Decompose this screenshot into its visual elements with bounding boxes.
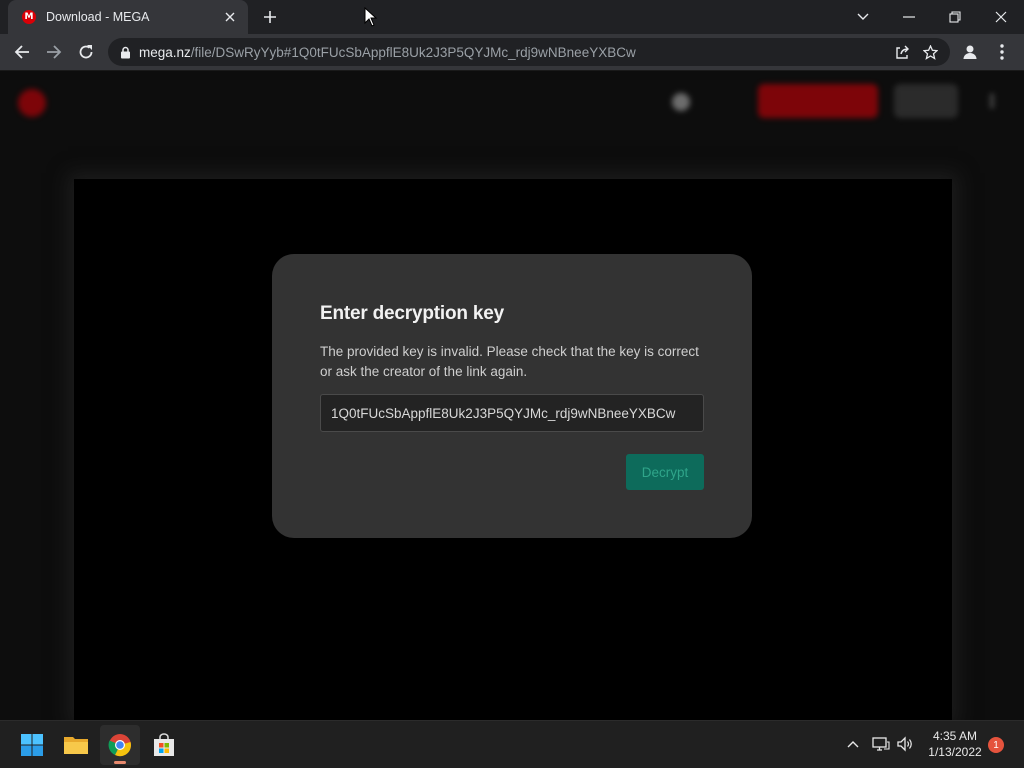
window-controls [840,0,1024,34]
decrypt-button[interactable]: Decrypt [626,454,704,490]
file-explorer-button[interactable] [56,725,96,765]
browser-toolbar: mega.nz/file/DSwRyYyb#1Q0tFUcSbAppflE8Uk… [0,34,1024,71]
new-tab-button[interactable] [258,6,282,28]
url-path: /file/DSwRyYyb#1Q0tFUcSbAppflE8Uk2J3P5QY… [190,44,636,60]
minimize-button[interactable] [886,0,932,34]
reload-button[interactable] [72,38,100,66]
decryption-key-input[interactable] [320,394,704,432]
chrome-taskbar-button[interactable] [100,725,140,765]
mouse-cursor-icon [364,7,378,27]
taskbar: 4:35 AM 1/13/2022 1 [0,720,1024,768]
browser-tabstrip: M Download - MEGA [0,0,1024,34]
chevron-up-icon[interactable] [842,733,864,755]
dialog-message: The provided key is invalid. Please chec… [320,344,699,379]
dialog-title: Enter decryption key [320,303,504,324]
mega-favicon-icon: M [22,10,36,24]
folder-icon [64,737,88,754]
back-button[interactable] [8,38,36,66]
store-button[interactable] [144,725,184,765]
signup-button-blurred [758,84,878,118]
tab-search-button[interactable] [840,0,886,34]
tab-title: Download - MEGA [46,10,150,24]
address-bar[interactable]: mega.nz/file/DSwRyYyb#1Q0tFUcSbAppflE8Uk… [108,38,950,66]
bookmark-star-icon[interactable] [916,38,944,66]
volume-icon[interactable] [894,733,916,755]
active-app-indicator [114,761,126,764]
browser-tab[interactable]: M Download - MEGA [8,0,248,34]
start-button[interactable] [12,725,52,765]
close-window-button[interactable] [978,0,1024,34]
clock-time: 4:35 AM [932,729,978,743]
clock-date: 1/13/2022 [928,745,982,759]
notification-badge[interactable]: 1 [988,737,1004,753]
login-button-blurred [894,84,958,118]
mega-menu-icon [988,93,996,111]
share-icon[interactable] [888,38,916,66]
url-text[interactable]: mega.nz/file/DSwRyYyb#1Q0tFUcSbAppflE8Uk… [139,45,888,60]
profile-icon[interactable] [956,38,984,66]
mega-logo-icon [18,89,46,117]
menu-kebab-icon[interactable] [988,38,1016,66]
lock-icon[interactable] [120,46,131,59]
chrome-icon [108,734,131,757]
system-clock[interactable]: 4:35 AM 1/13/2022 [922,728,988,760]
close-tab-icon[interactable] [222,9,238,25]
store-icon [154,733,174,756]
restore-button[interactable] [932,0,978,34]
network-icon[interactable] [870,733,892,755]
decryption-key-dialog: Enter decryption key The provided key is… [272,254,752,538]
url-host: mega.nz [139,44,191,60]
globe-icon [672,93,690,111]
forward-button[interactable] [40,38,68,66]
mega-header-blurred [0,71,1024,133]
windows-logo-icon [21,734,43,756]
